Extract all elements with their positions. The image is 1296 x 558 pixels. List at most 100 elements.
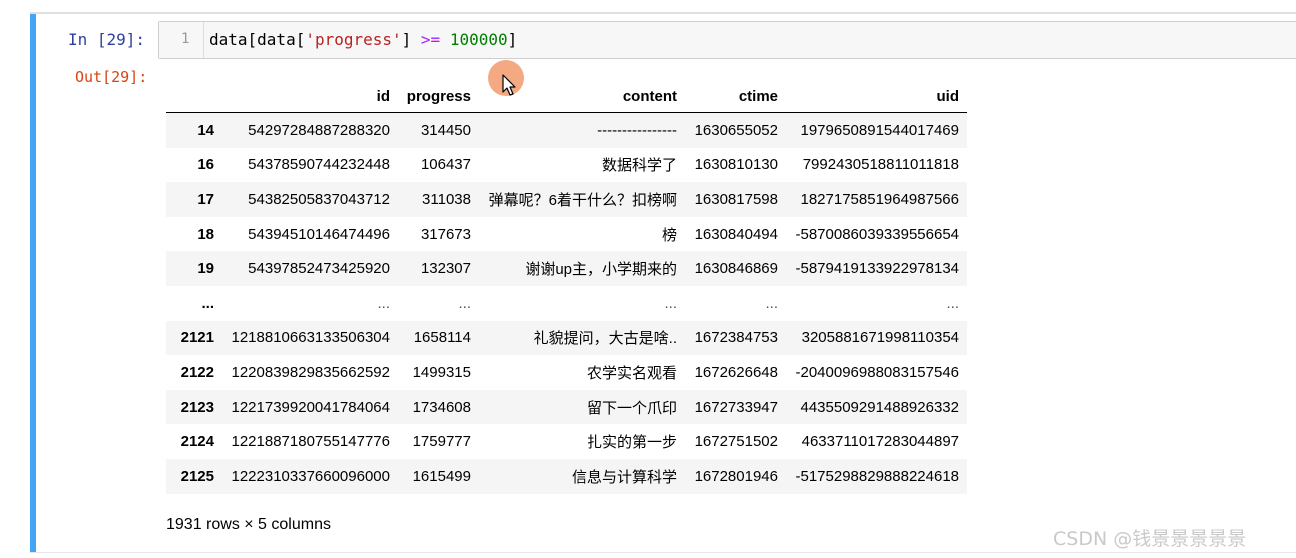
cell-ctime: 1672733947 bbox=[694, 398, 778, 416]
cell-ctime: ... bbox=[765, 294, 778, 312]
cell-content: 榜 bbox=[661, 226, 677, 244]
cell-uid: 3205881671998110354 bbox=[801, 329, 959, 347]
cell-ctime: 1630810130 bbox=[694, 156, 778, 174]
cell-uid: 1979650891544017469 bbox=[800, 121, 959, 139]
watermark: CSDN @钱景景景景景 bbox=[1053, 528, 1247, 550]
cell-id: 54397852473425920 bbox=[248, 260, 390, 278]
cell-ctime: 1630840494 bbox=[694, 225, 778, 243]
row-index: 19 bbox=[197, 260, 214, 278]
dataframe-shape: 1931 rows × 5 columns bbox=[166, 516, 331, 533]
cell-progress: 311038 bbox=[422, 190, 471, 208]
row-index: 2122 bbox=[180, 363, 214, 381]
cell-progress: 317673 bbox=[420, 225, 471, 243]
cell-ctime: 1672801946 bbox=[694, 467, 778, 485]
cell-uid: 7992430518811011818 bbox=[802, 156, 959, 174]
cell-bottom-border bbox=[30, 552, 1296, 553]
cell-progress: 1759777 bbox=[412, 433, 471, 451]
header-uid: uid bbox=[786, 80, 967, 113]
code-input-area[interactable]: 1 data[data['progress'] >= 100000] bbox=[158, 21, 1296, 59]
table-row: 2125 1222310337660096000 1615499 信息与计算科学… bbox=[166, 458, 967, 494]
cell-content: 弹幕呢？6着干什么？扣榜啊 bbox=[488, 191, 677, 209]
dataframe-table: id progress content ctime uid 14 5429728… bbox=[166, 80, 967, 494]
code-token-operator: >= bbox=[420, 30, 441, 49]
row-index: 2121 bbox=[180, 329, 214, 347]
cell-id: ... bbox=[377, 294, 390, 312]
table-row: 2121 1218810663133506304 1658114 礼貌提问，大古… bbox=[166, 320, 967, 356]
cell-id: 1220839829835662592 bbox=[231, 363, 390, 381]
header-index bbox=[166, 80, 222, 113]
cell-id: 1221887180755147776 bbox=[231, 433, 390, 451]
row-index: 2123 bbox=[180, 398, 214, 416]
code-line[interactable]: data[data['progress'] >= 100000] bbox=[209, 30, 517, 49]
cell-ctime: 1630846869 bbox=[694, 260, 778, 278]
cell-content: ... bbox=[664, 294, 677, 312]
cell-uid: -5175298829888224618 bbox=[795, 467, 960, 485]
header-progress: progress bbox=[398, 80, 479, 113]
cell-content: 扎实的第一步 bbox=[586, 434, 677, 452]
cell-ctime: 1672751502 bbox=[694, 433, 778, 451]
line-number-gutter: 1 bbox=[159, 22, 204, 58]
table-row: 16 54378590744232448 106437 数据科学了 163081… bbox=[166, 147, 967, 183]
cell-uid: 4435509291488926332 bbox=[800, 398, 959, 416]
cell-id: 54382505837043712 bbox=[248, 190, 390, 208]
code-token-number: 100000 bbox=[449, 30, 508, 49]
cell-content: 数据科学了 bbox=[601, 157, 677, 175]
header-row: id progress content ctime uid bbox=[166, 80, 967, 113]
cell-ctime: 1672384753 bbox=[694, 329, 778, 347]
cell-progress: 1658114 bbox=[413, 329, 471, 347]
cell-progress: 106437 bbox=[420, 156, 471, 174]
cell-progress: 1615499 bbox=[412, 467, 471, 485]
header-ctime: ctime bbox=[685, 80, 786, 113]
table-row: 2122 1220839829835662592 1499315 农学实名观看 … bbox=[166, 355, 967, 390]
cell-content: 留下一个爪印 bbox=[586, 399, 677, 417]
table-row: 17 54382505837043712 311038 弹幕呢？6着干什么？扣榜… bbox=[166, 182, 967, 217]
cell-id: 54378590744232448 bbox=[248, 156, 390, 174]
cell-ctime: 1672626648 bbox=[694, 363, 778, 381]
cell-uid: -5870086039339556654 bbox=[795, 225, 960, 243]
selected-cell-indicator bbox=[30, 14, 36, 552]
header-id: id bbox=[222, 80, 398, 113]
header-content: content bbox=[479, 80, 685, 113]
cell-uid: 1827175851964987566 bbox=[800, 190, 959, 208]
row-index: 2124 bbox=[180, 433, 214, 451]
table-row: 19 54397852473425920 132307 谢谢up主，小学期来的 … bbox=[166, 251, 967, 286]
code-token-close: ] bbox=[507, 30, 518, 49]
cell-content: 农学实名观看 bbox=[586, 364, 677, 382]
cell-progress: 132307 bbox=[420, 260, 471, 278]
cell-progress: 314450 bbox=[420, 121, 471, 139]
cell-uid: ... bbox=[946, 294, 959, 312]
table-row: 18 54394510146474496 317673 榜 1630840494… bbox=[166, 216, 967, 252]
notebook-cell[interactable]: In [29]: 1 data[data['progress'] >= 1000… bbox=[30, 14, 1296, 552]
cell-ctime: 1630655052 bbox=[694, 121, 778, 139]
row-index: 2125 bbox=[180, 467, 214, 485]
cell-progress: 1499315 bbox=[412, 363, 471, 381]
input-prompt: In [29]: bbox=[68, 30, 146, 49]
cell-id: 54394510146474496 bbox=[248, 225, 390, 243]
cell-id: 1222310337660096000 bbox=[231, 467, 390, 485]
code-token-bracket: ] bbox=[401, 30, 421, 49]
cell-content: ---------------- bbox=[597, 121, 677, 139]
cell-content: 谢谢up主，小学期来的 bbox=[525, 261, 677, 279]
cell-uid: 4633711017283044897 bbox=[801, 433, 959, 451]
cell-uid: -5879419133922978134 bbox=[795, 260, 960, 278]
code-token-string: 'progress' bbox=[305, 30, 402, 49]
output-prompt: Out[29]: bbox=[75, 68, 148, 86]
row-index: 17 bbox=[197, 190, 214, 208]
cell-content: 礼貌提问，大古是啥.. bbox=[533, 330, 677, 348]
cell-uid: -2040096988083157546 bbox=[795, 363, 960, 381]
line-number: 1 bbox=[181, 31, 190, 47]
ellipsis-row: ... ... ... ... ... ... bbox=[166, 285, 967, 321]
cell-progress: ... bbox=[458, 294, 471, 312]
code-token-name: data[data[ bbox=[209, 30, 306, 49]
table-row: 2124 1221887180755147776 1759777 扎实的第一步 … bbox=[166, 424, 967, 459]
row-index: 14 bbox=[197, 121, 214, 139]
cell-content: 信息与计算科学 bbox=[571, 468, 677, 486]
row-index: ... bbox=[201, 294, 214, 312]
cell-ctime: 1630817598 bbox=[694, 190, 778, 208]
table-row: 14 54297284887288320 314450 ------------… bbox=[166, 112, 967, 148]
row-index: 16 bbox=[197, 156, 214, 174]
cell-id: 54297284887288320 bbox=[248, 121, 390, 139]
row-index: 18 bbox=[197, 225, 214, 243]
cell-id: 1218810663133506304 bbox=[231, 329, 390, 347]
